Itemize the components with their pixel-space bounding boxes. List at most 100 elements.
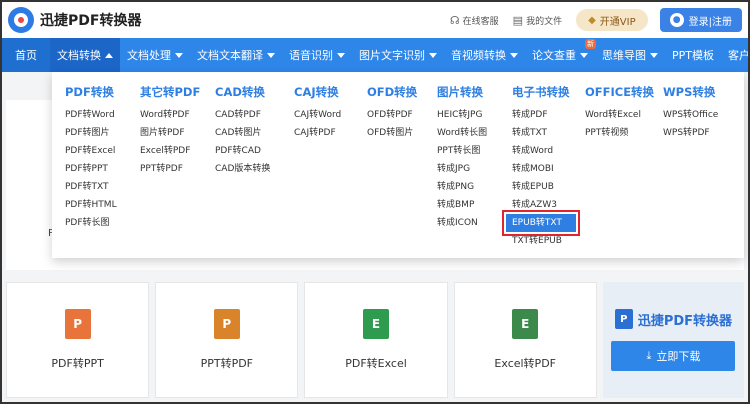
ppt-file-icon: P [64,309,91,339]
nav-plagiarism[interactable]: 论文查重新 [525,38,596,72]
nav-client[interactable]: 客户端 [721,38,750,72]
menu-item[interactable]: 转成MOBI [512,160,576,178]
menu-item[interactable]: PDF转Excel [65,142,117,160]
column-title: OFD转换 [367,85,418,99]
column-title: OFFICE转换 [585,85,655,99]
card-label: PDF转PPT [51,357,104,370]
menu-item-epub-to-txt-selected[interactable]: EPUB转TXT [502,210,580,236]
menu-item[interactable]: 转成ICON [437,214,487,232]
col-cad-convert: CAD转换 CAD转PDF CAD转图片 PDF转CAD CAD版本转换 [215,84,270,178]
menu-item[interactable]: 转成PNG [437,178,487,196]
headset-icon: ☊ [449,13,460,27]
menu-item[interactable]: TXT转EPUB [512,232,576,250]
file-icon: ▤ [512,13,524,27]
menu-item[interactable]: PDF转长图 [65,214,117,232]
card-label: Excel转PDF [494,357,556,370]
vip-button[interactable]: ◆ 开通VIP [576,9,648,31]
menu-item[interactable]: 图片转PDF [140,124,200,142]
col-image-convert: 图片转换 HEIC转JPG Word转长图 PPT转长图 转成JPG 转成PNG… [437,84,487,232]
menu-item[interactable]: 转成PDF [512,106,576,124]
menu-item[interactable]: PDF转HTML [65,196,117,214]
menu-item[interactable]: Word转长图 [437,124,487,142]
nav-ppt-template[interactable]: PPT模板 [665,38,721,72]
menu-item[interactable]: PPT转长图 [437,142,487,160]
chevron-down-icon [175,52,183,58]
column-title: 图片转换 [437,85,483,99]
menu-item[interactable]: Word转PDF [140,106,200,124]
promo-logo-text: 迅捷PDF转换器 [637,313,733,329]
nav-doc-convert[interactable]: 文档转换 [50,38,120,72]
files-label: 我的文件 [526,16,563,27]
menu-item[interactable]: CAD版本转换 [215,160,270,178]
col-office-convert: OFFICE转换 Word转Excel PPT转视频 [585,84,654,142]
menu-item[interactable]: PDF转CAD [215,142,270,160]
chevron-down-icon [337,52,345,58]
col-wps-convert: WPS转换 WPS转Office WPS转PDF [663,84,718,142]
service-label: 在线客服 [462,16,499,27]
menu-item[interactable]: OFD转图片 [367,124,417,142]
column-title: CAD转换 [215,85,265,99]
menu-item[interactable]: 转成JPG [437,160,487,178]
menu-item[interactable]: PPT转视频 [585,124,654,142]
menu-item[interactable]: PDF转Word [65,106,117,124]
card-ppt-to-pdf[interactable]: P PPT转PDF [155,282,299,398]
my-files-link[interactable]: ▤ 我的文件 [513,14,562,27]
app-logo-icon: P [614,309,633,329]
excel-file-icon: E [512,309,539,339]
menu-item[interactable]: PPT转PDF [140,160,200,178]
download-button[interactable]: ⤓ 立即下载 [611,341,736,371]
col-pdf-convert: PDF转换 PDF转Word PDF转图片 PDF转Excel PDF转PPT … [65,84,117,232]
service-link[interactable]: ☊ 在线客服 [450,14,499,27]
menu-item[interactable]: CAD转图片 [215,124,270,142]
nav-av[interactable]: 音视频转换 [444,38,525,72]
login-button[interactable]: ● 登录|注册 [659,8,742,32]
col-other-to-pdf: 其它转PDF Word转PDF 图片转PDF Excel转PDF PPT转PDF [140,84,200,178]
card-pdf-to-excel[interactable]: E PDF转Excel [304,282,448,398]
menu-item[interactable]: PDF转PPT [65,160,117,178]
nav-mindmap[interactable]: 思维导图 [595,38,665,72]
card-label: PPT转PDF [200,357,254,370]
col-caj-convert: CAJ转换 CAJ转Word CAJ转PDF [294,84,341,142]
nav-translate[interactable]: 文档文本翻译 [190,38,282,72]
card-excel-to-pdf[interactable]: E Excel转PDF [453,282,597,398]
ppt-file-icon: P [213,309,240,339]
chevron-down-icon [429,52,437,58]
card-label: PDF转Excel [345,357,407,370]
tool-cards: P PDF转PPT P PPT转PDF E PDF转Excel E Excel转… [6,282,745,398]
chevron-down-icon [510,52,518,58]
logo-text: 迅捷PDF转换器 [40,13,142,29]
nav-speech[interactable]: 语音识别 [282,38,352,72]
menu-item[interactable]: Word转Excel [585,106,654,124]
user-icon: ● [669,13,684,27]
chevron-down-icon [650,52,658,58]
menu-item[interactable]: PDF转图片 [65,124,117,142]
column-title: CAJ转换 [294,85,339,99]
menu-item[interactable]: OFD转PDF [367,106,417,124]
menu-item[interactable]: PDF转TXT [65,178,117,196]
menu-item[interactable]: 转成TXT [512,124,576,142]
menu-item[interactable]: 转成EPUB [512,178,576,196]
nav-ocr[interactable]: 图片文字识别 [352,38,444,72]
menu-item[interactable]: HEIC转JPG [437,106,487,124]
menu-item[interactable]: CAJ转Word [294,106,341,124]
menu-item[interactable]: 转成AZW3 [512,196,576,214]
column-title: PDF转换 [65,85,114,99]
nav-doc-process[interactable]: 文档处理 [120,38,190,72]
menu-item[interactable]: 转成BMP [437,196,487,214]
card-pdf-to-ppt[interactable]: P PDF转PPT [6,282,150,398]
menu-item[interactable]: WPS转Office [663,106,718,124]
menu-item[interactable]: WPS转PDF [663,124,718,142]
download-icon: ⤓ [646,349,652,362]
menu-item[interactable]: CAJ转PDF [294,124,341,142]
menu-item[interactable]: 转成Word [512,142,576,160]
download-promo: P 迅捷PDF转换器 ⤓ 立即下载 [602,282,745,398]
menu-item[interactable]: CAD转PDF [215,106,270,124]
top-header: 迅捷PDF转换器 ☊ 在线客服 ▤ 我的文件 ◆ 开通VIP ● 登录|注册 [2,2,748,38]
doc-convert-dropdown: PDF转换 PDF转Word PDF转图片 PDF转Excel PDF转PPT … [52,72,744,258]
download-label: 立即下载 [656,350,701,363]
nav-home[interactable]: 首页 [2,38,50,72]
logo[interactable]: 迅捷PDF转换器 [8,7,141,33]
menu-item[interactable]: Excel转PDF [140,142,200,160]
chevron-up-icon [105,52,113,58]
column-title: 电子书转换 [512,85,570,99]
